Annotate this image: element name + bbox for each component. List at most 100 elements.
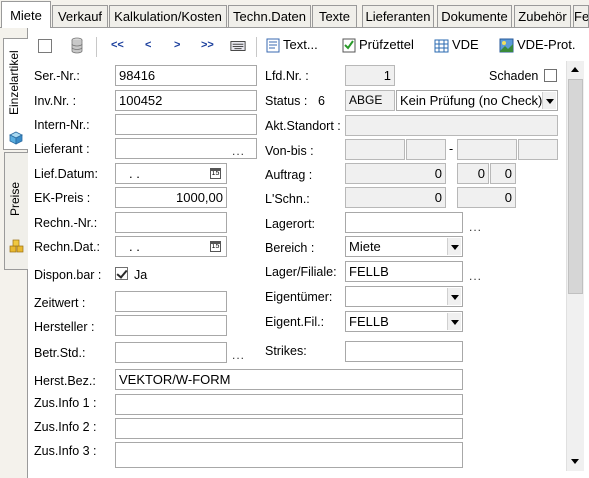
lieferant-label: Lieferant : [34, 142, 90, 156]
lschn-label: L'Schn.: [265, 192, 310, 206]
tab-lieferanten[interactable]: Lieferanten [362, 5, 434, 27]
text-button[interactable]: Text... [266, 37, 318, 57]
side-tab-einzelartikel[interactable]: Einzelartikel [3, 38, 29, 150]
betr-std-lookup-button[interactable]: ... [232, 348, 245, 362]
von-bis-label: Von-bis : [265, 144, 314, 158]
herst-bez-label: Herst.Bez.: [34, 374, 96, 388]
lfd-nr-field: 1 [345, 65, 395, 86]
zus-info-3-label: Zus.Info 3 : [34, 444, 97, 458]
chevron-down-icon[interactable] [447, 313, 461, 330]
inv-nr-field[interactable]: 100452 [115, 90, 257, 111]
bis-time-field [518, 139, 558, 160]
select-checkbox[interactable] [38, 39, 52, 53]
lagerort-lookup-button[interactable]: ... [469, 220, 482, 234]
hersteller-field[interactable] [115, 315, 227, 336]
auftrag-pos-field: 0 [457, 163, 489, 184]
auftrag-label: Auftrag : [265, 168, 313, 182]
dispon-bar-label: Dispon.bar : [34, 268, 102, 282]
tab-kalkulation-kosten[interactable]: Kalkulation/Kosten [109, 5, 227, 27]
lief-datum-field[interactable]: . . 15 [115, 163, 227, 184]
protocol-image-icon [499, 38, 514, 53]
vde-prot-button-label: VDE-Prot. [517, 37, 576, 52]
auftrag-field: 0 [345, 163, 446, 184]
chevron-down-icon[interactable] [447, 288, 461, 305]
ser-nr-field[interactable]: 98416 [115, 65, 257, 86]
chevron-down-icon[interactable] [542, 92, 556, 109]
vde-prot-button[interactable]: VDE-Prot. [499, 37, 576, 57]
dispon-bar-value: Ja [134, 268, 148, 282]
intern-nr-field[interactable] [115, 114, 257, 135]
scroll-up-arrow-icon[interactable] [567, 61, 584, 78]
ek-preis-label: EK-Preis : [34, 191, 91, 205]
betr-std-field[interactable] [115, 342, 227, 363]
akt-standort-field [345, 115, 558, 136]
lager-filiale-field[interactable]: FELLB [345, 261, 463, 282]
ser-nr-label: Ser.-Nr.: [34, 69, 80, 83]
tab-zubehoer[interactable]: Zubehör [514, 5, 571, 27]
zus-info-3-field[interactable] [115, 442, 463, 468]
lieferant-lookup-button[interactable]: ... [232, 144, 245, 158]
betr-std-label: Betr.Std.: [34, 346, 86, 360]
cube-icon [9, 131, 23, 145]
vertical-scrollbar[interactable] [566, 61, 584, 471]
zeitwert-field[interactable] [115, 291, 227, 312]
toolbar-separator [256, 37, 257, 57]
tab-fe[interactable]: Fe [573, 5, 589, 27]
nav-last-button[interactable]: >> [201, 39, 214, 51]
rechn-nr-field[interactable] [115, 212, 227, 233]
lagerort-field[interactable] [345, 212, 463, 233]
schaden-checkbox[interactable] [544, 69, 557, 82]
calendar-icon[interactable]: 15 [210, 241, 221, 252]
lfd-nr-label: Lfd.Nr. : [265, 69, 309, 83]
keyboard-icon[interactable] [230, 37, 246, 55]
tab-verkauf[interactable]: Verkauf [52, 5, 108, 27]
tab-texte[interactable]: Texte [312, 5, 357, 27]
lager-filiale-lookup-button[interactable]: ... [469, 269, 482, 283]
dispon-bar-checkbox[interactable] [115, 267, 128, 280]
toolbar: << < > >> Text... Prüfzettel VDE VDE-Pro… [28, 33, 583, 59]
scrollbar-thumb[interactable] [568, 79, 583, 294]
vde-button-label: VDE [452, 37, 479, 52]
eigent-fil-select[interactable]: FELLB [345, 311, 463, 332]
calendar-icon[interactable]: 15 [210, 168, 221, 179]
tab-miete[interactable]: Miete [1, 1, 51, 28]
strikes-label: Strikes: [265, 344, 307, 358]
scroll-down-arrow-icon[interactable] [567, 453, 584, 470]
nav-prev-button[interactable]: < [145, 39, 151, 51]
status-select[interactable]: Kein Prüfung (no Check) [396, 90, 558, 111]
bereich-label: Bereich : [265, 241, 315, 255]
tab-dokumente[interactable]: Dokumente [437, 5, 512, 27]
lief-datum-label: Lief.Datum: [34, 167, 98, 181]
eigent-fil-label: Eigent.Fil.: [265, 315, 325, 329]
nav-next-button[interactable]: > [174, 39, 180, 51]
lschn-pos-field: 0 [457, 187, 516, 208]
toolbar-separator [96, 37, 97, 57]
ek-preis-field[interactable]: 1000,00 [115, 187, 227, 208]
side-tab-einzelartikel-label: Einzelartikel [7, 50, 21, 116]
database-icon[interactable] [69, 37, 85, 55]
bereich-select-value: Miete [349, 239, 381, 254]
rechn-nr-label: Rechn.-Nr.: [34, 216, 98, 230]
zus-info-2-field[interactable] [115, 418, 463, 439]
tab-techn-daten[interactable]: Techn.Daten [228, 5, 311, 27]
vde-button[interactable]: VDE [434, 37, 479, 57]
side-tab-preise[interactable]: Preise [4, 152, 28, 270]
strikes-field[interactable] [345, 341, 463, 362]
zus-info-1-field[interactable] [115, 394, 463, 415]
pruefzettel-button-label: Prüfzettel [359, 37, 414, 52]
rechn-dat-field[interactable]: . . 15 [115, 236, 227, 257]
eigentuemer-select[interactable] [345, 286, 463, 307]
lschn-field: 0 [345, 187, 446, 208]
zus-info-1-label: Zus.Info 1 : [34, 396, 97, 410]
bereich-select[interactable]: Miete [345, 236, 463, 257]
eigent-fil-select-value: FELLB [349, 314, 389, 329]
pruefzettel-button[interactable]: Prüfzettel [342, 37, 414, 57]
lager-filiale-label: Lager/Filiale: [265, 265, 337, 279]
hersteller-label: Hersteller : [34, 320, 95, 334]
nav-first-button[interactable]: << [111, 39, 124, 51]
chevron-down-icon[interactable] [447, 238, 461, 255]
inv-nr-label: Inv.Nr. : [34, 94, 77, 108]
von-date-field [345, 139, 405, 160]
status-label: Status : [265, 94, 308, 108]
herst-bez-field[interactable]: VEKTOR/W-FORM [115, 369, 463, 390]
